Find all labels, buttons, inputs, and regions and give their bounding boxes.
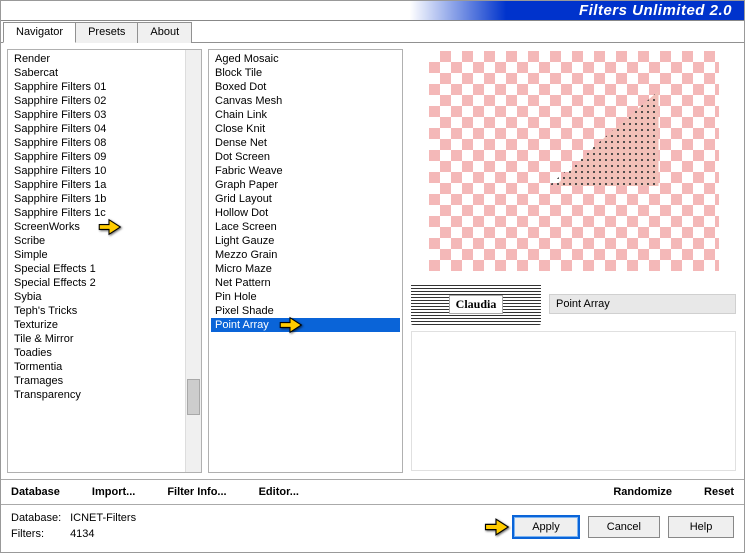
category-item[interactable]: Sabercat <box>10 66 199 80</box>
filter-item[interactable]: Chain Link <box>211 108 400 122</box>
category-item[interactable]: Sapphire Filters 10 <box>10 164 199 178</box>
filter-item[interactable]: Point Array <box>211 318 400 332</box>
category-list-body[interactable]: RenderSabercatSapphire Filters 01Sapphir… <box>8 50 201 472</box>
filter-item[interactable]: Canvas Mesh <box>211 94 400 108</box>
database-info: Database: ICNET-Filters Filters: 4134 <box>11 511 504 542</box>
category-item[interactable]: Sapphire Filters 03 <box>10 108 199 122</box>
filter-item[interactable]: Graph Paper <box>211 178 400 192</box>
category-item[interactable]: Sapphire Filters 09 <box>10 150 199 164</box>
db-label: Database: <box>11 511 67 526</box>
category-item[interactable]: Sapphire Filters 08 <box>10 136 199 150</box>
app-title: Filters Unlimited 2.0 <box>579 2 732 19</box>
tab-presets[interactable]: Presets <box>75 22 138 43</box>
scroll-thumb[interactable] <box>187 379 200 415</box>
category-item[interactable]: Simple <box>10 248 199 262</box>
category-item[interactable]: Special Effects 2 <box>10 276 199 290</box>
toolbar: Database Import... Filter Info... Editor… <box>1 479 744 505</box>
category-item[interactable]: Tramages <box>10 374 199 388</box>
preview-image <box>429 51 719 271</box>
cancel-button[interactable]: Cancel <box>588 516 660 538</box>
filters-count-value: 4134 <box>70 528 94 540</box>
pointer-icon <box>277 314 303 336</box>
db-value: ICNET-Filters <box>70 512 136 524</box>
editor-button[interactable]: Editor... <box>259 486 299 498</box>
filter-item[interactable]: Net Pattern <box>211 276 400 290</box>
category-list: RenderSabercatSapphire Filters 01Sapphir… <box>7 49 202 473</box>
scrollbar[interactable] <box>185 50 201 472</box>
category-item[interactable]: ScreenWorks <box>10 220 199 234</box>
watermark-badge: Claudia <box>411 283 541 325</box>
filter-info-button[interactable]: Filter Info... <box>167 486 226 498</box>
filter-item[interactable]: Mezzo Grain <box>211 248 400 262</box>
filters-count-label: Filters: <box>11 527 67 542</box>
filter-item[interactable]: Lace Screen <box>211 220 400 234</box>
category-item[interactable]: Teph's Tricks <box>10 304 199 318</box>
category-item[interactable]: Sapphire Filters 1c <box>10 206 199 220</box>
database-button[interactable]: Database <box>11 486 60 498</box>
category-item[interactable]: Tile & Mirror <box>10 332 199 346</box>
category-item[interactable]: Toadies <box>10 346 199 360</box>
category-item[interactable]: Texturize <box>10 318 199 332</box>
filter-list: Aged MosaicBlock TileBoxed DotCanvas Mes… <box>208 49 403 473</box>
main-panel: RenderSabercatSapphire Filters 01Sapphir… <box>1 43 744 479</box>
title-bar: Filters Unlimited 2.0 <box>1 1 744 21</box>
filter-item[interactable]: Light Gauze <box>211 234 400 248</box>
watermark-text: Claudia <box>449 295 504 314</box>
filter-item[interactable]: Grid Layout <box>211 192 400 206</box>
filter-item[interactable]: Dot Screen <box>211 150 400 164</box>
filter-item[interactable]: Aged Mosaic <box>211 52 400 66</box>
filter-item[interactable]: Close Knit <box>211 122 400 136</box>
category-item[interactable]: Sybia <box>10 290 199 304</box>
filter-list-body[interactable]: Aged MosaicBlock TileBoxed DotCanvas Mes… <box>209 50 402 472</box>
category-item[interactable]: Render <box>10 52 199 66</box>
filter-title-row: Claudia Point Array <box>411 283 736 325</box>
filter-item[interactable]: Dense Net <box>211 136 400 150</box>
category-item[interactable]: Sapphire Filters 04 <box>10 122 199 136</box>
preview-panel: Claudia Point Array <box>409 49 738 473</box>
category-item[interactable]: Special Effects 1 <box>10 262 199 276</box>
category-item[interactable]: Sapphire Filters 02 <box>10 94 199 108</box>
current-filter-name: Point Array <box>549 294 736 314</box>
apply-button[interactable]: Apply <box>512 515 580 539</box>
filter-item[interactable]: Pin Hole <box>211 290 400 304</box>
category-item[interactable]: Scribe <box>10 234 199 248</box>
filter-item[interactable]: Hollow Dot <box>211 206 400 220</box>
tab-navigator[interactable]: Navigator <box>3 22 76 43</box>
category-item[interactable]: Sapphire Filters 1a <box>10 178 199 192</box>
import-button[interactable]: Import... <box>92 486 135 498</box>
randomize-button[interactable]: Randomize <box>613 486 672 498</box>
reset-button[interactable]: Reset <box>704 486 734 498</box>
filter-item[interactable]: Boxed Dot <box>211 80 400 94</box>
category-item[interactable]: Sapphire Filters 01 <box>10 80 199 94</box>
tab-about[interactable]: About <box>137 22 192 43</box>
filter-item[interactable]: Pixel Shade <box>211 304 400 318</box>
filter-item[interactable]: Fabric Weave <box>211 164 400 178</box>
footer: Database: ICNET-Filters Filters: 4134 Ap… <box>1 505 744 552</box>
filter-item[interactable]: Block Tile <box>211 66 400 80</box>
category-item[interactable]: Sapphire Filters 1b <box>10 192 199 206</box>
tab-strip: NavigatorPresetsAbout <box>1 21 744 43</box>
preview-shape <box>549 91 659 186</box>
filter-item[interactable]: Micro Maze <box>211 262 400 276</box>
category-item[interactable]: Transparency <box>10 388 199 402</box>
category-item[interactable]: Tormentia <box>10 360 199 374</box>
help-button[interactable]: Help <box>668 516 734 538</box>
parameter-area <box>411 331 736 471</box>
